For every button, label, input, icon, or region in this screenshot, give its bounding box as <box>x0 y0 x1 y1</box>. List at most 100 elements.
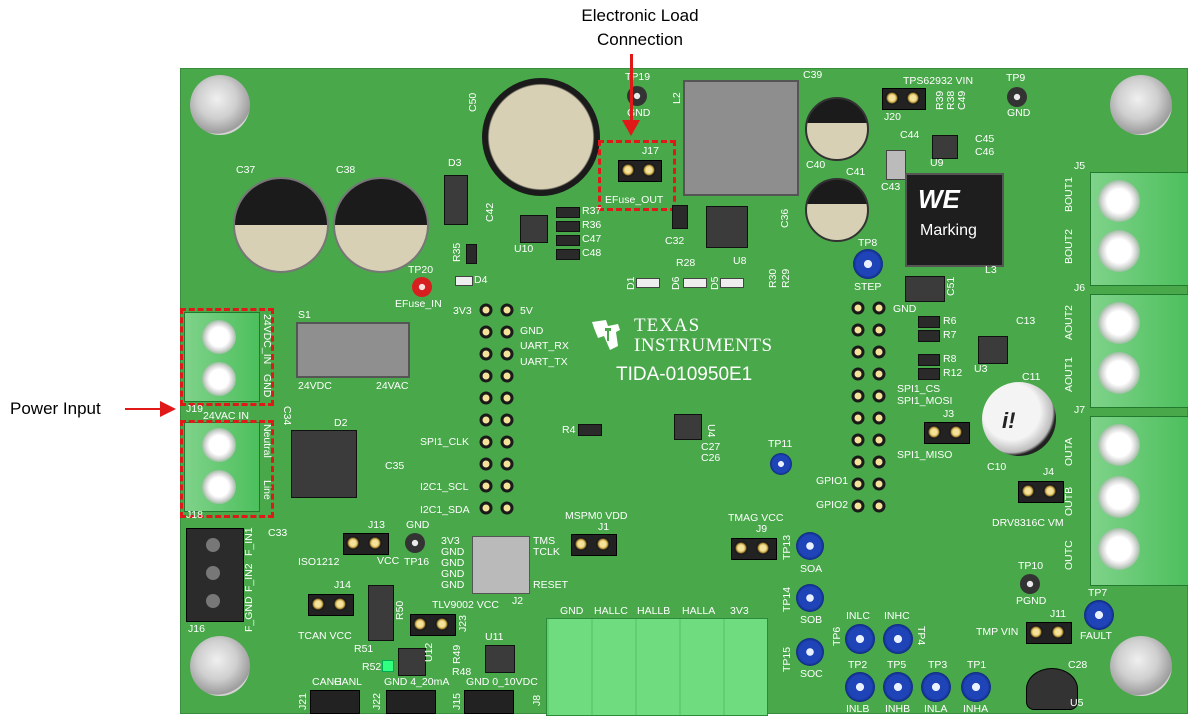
label-j22: J22 <box>371 693 383 710</box>
connector-j15[interactable] <box>464 690 514 714</box>
label-24vdc: 24VDC <box>298 380 332 392</box>
test-point-tp2 <box>845 672 875 702</box>
label-outc: OUTC <box>1063 540 1075 570</box>
label-spi1-cs: SPI1_CS <box>897 383 941 395</box>
j1-pin2 <box>596 537 610 551</box>
label-j18: J18 <box>186 509 203 521</box>
label-step: STEP <box>854 281 882 293</box>
capacitor-c50 <box>482 78 600 196</box>
resistor-r8 <box>918 354 940 366</box>
label-s1: S1 <box>298 309 311 321</box>
label-r49: R49 <box>451 644 463 664</box>
connector-j21[interactable] <box>310 690 360 714</box>
label-r52: R52 <box>362 661 382 673</box>
label-outb: OUTB <box>1063 486 1075 516</box>
label-tp4: TP4 <box>915 626 927 646</box>
label-c37: C37 <box>236 164 256 176</box>
label-c35: C35 <box>385 460 405 472</box>
header-left[interactable] <box>476 302 518 518</box>
chip-u3 <box>978 336 1008 364</box>
connector-j22[interactable] <box>386 690 436 714</box>
label-r28: R28 <box>676 257 696 269</box>
label-j14: J14 <box>334 579 351 591</box>
component-c43 <box>886 150 906 180</box>
resistor-r7 <box>918 330 940 342</box>
j5-screw2 <box>1098 230 1140 272</box>
label-uart-rx: UART_RX <box>520 340 569 352</box>
label-tp16: TP16 <box>404 556 430 568</box>
j3-pin1 <box>927 425 941 439</box>
label-d2: D2 <box>334 417 348 429</box>
label-r36: R36 <box>582 219 602 231</box>
label-reset: RESET <box>533 579 569 591</box>
j4-pin2 <box>1043 484 1057 498</box>
label-halla: HALLA <box>682 605 716 617</box>
label-j13: J13 <box>368 519 385 531</box>
label-j17: J17 <box>642 145 659 157</box>
test-point-tp10 <box>1020 574 1040 594</box>
j4-pin1 <box>1021 484 1035 498</box>
label-drv8316c-vm: DRV8316C VM <box>992 517 1064 529</box>
label-c33: C33 <box>268 527 288 539</box>
power-input-label: Power Input <box>10 399 101 418</box>
label-c39: C39 <box>803 69 823 81</box>
label-tp1: TP1 <box>967 659 987 671</box>
label-line: Line <box>261 480 273 500</box>
label-inhc: INHC <box>884 610 910 622</box>
label-tp10: TP10 <box>1018 560 1044 572</box>
capacitor-c37 <box>233 177 329 273</box>
label-inlb: INLB <box>846 703 870 715</box>
label-spi1-clk: SPI1_CLK <box>420 436 470 448</box>
label-tp9-gnd: GND <box>1007 107 1031 119</box>
label-tp3: TP3 <box>928 659 948 671</box>
label-c38: C38 <box>336 164 356 176</box>
label-j20: J20 <box>884 111 901 123</box>
label-c34: C34 <box>281 406 293 426</box>
test-point-tp11 <box>770 453 792 475</box>
label-u4: U4 <box>705 424 717 438</box>
label-j7: J7 <box>1074 404 1086 416</box>
mounting-hole-tl <box>190 75 250 135</box>
ti-logo-line1: TEXAS <box>634 315 701 336</box>
label-f-in1: F_IN1 <box>243 527 255 556</box>
label-24vac: 24VAC <box>376 380 409 392</box>
label-efuse-in: EFuse_IN <box>395 298 442 310</box>
label-r29: R29 <box>780 268 792 288</box>
capacitor-c41 <box>805 178 869 242</box>
label-inha: INHA <box>963 703 989 715</box>
label-sob: SOB <box>800 614 823 626</box>
label-c48: C48 <box>582 247 602 259</box>
electronic-load-label-1: Electronic Load <box>581 6 699 25</box>
label-tps62932-vin: TPS62932 VIN <box>903 75 974 87</box>
header-j2[interactable] <box>472 536 530 594</box>
capacitor-c10 <box>982 382 1056 456</box>
label-c43: C43 <box>881 181 901 193</box>
j14-pin2 <box>333 597 347 611</box>
header-right[interactable] <box>848 298 890 516</box>
label-inlc: INLC <box>846 610 870 622</box>
label-d4: D4 <box>474 274 488 286</box>
power-arrow-head <box>160 401 176 417</box>
j3-pin2 <box>949 425 963 439</box>
label-r7: R7 <box>943 329 957 341</box>
switch-s1[interactable] <box>296 322 410 378</box>
label-c42: C42 <box>484 202 496 222</box>
label-j19: J19 <box>186 403 203 415</box>
capacitor-c48 <box>556 249 580 260</box>
label-r51: R51 <box>354 643 374 655</box>
label-hdr-gnd: GND <box>520 325 544 337</box>
chip-u12 <box>398 648 426 676</box>
label-fault: FAULT <box>1080 630 1112 642</box>
label-gnd-0-10vdc: GND 0_10VDC <box>466 676 538 688</box>
label-tp20: TP20 <box>408 264 434 276</box>
connector-j8[interactable] <box>546 618 768 716</box>
label-j4: J4 <box>1043 466 1055 478</box>
label-gpio2: GPIO2 <box>816 499 849 511</box>
power-input-highlight-bottom <box>180 420 274 518</box>
led-d1 <box>636 278 660 288</box>
j20-pin2 <box>906 91 920 105</box>
label-c10: C10 <box>987 461 1007 473</box>
resistor-r4 <box>578 424 602 436</box>
label-24vdc-in: 24VDC_IN <box>261 314 273 365</box>
test-point-tp20 <box>412 277 432 297</box>
